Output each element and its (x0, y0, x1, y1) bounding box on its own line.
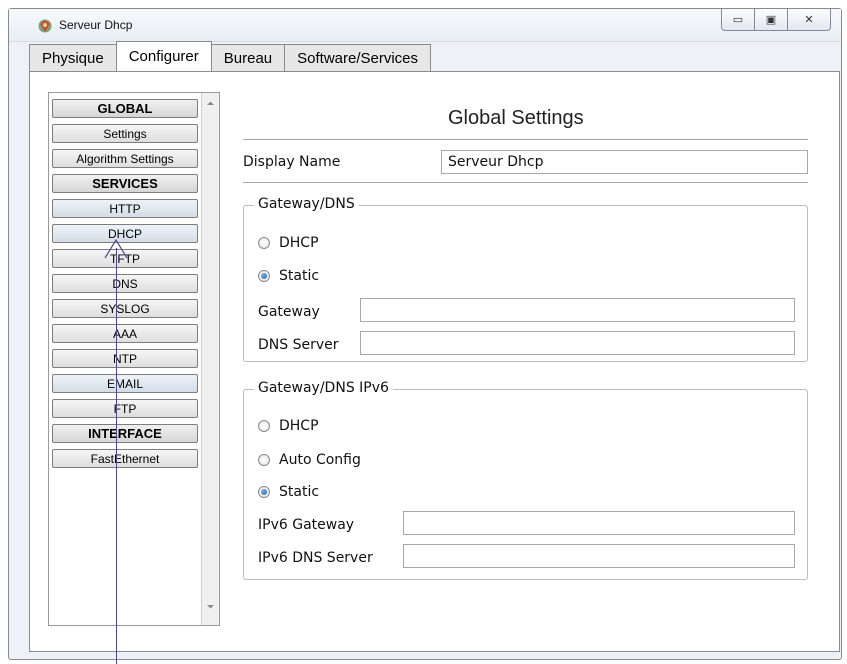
gateway-dns-dhcp-radio[interactable]: DHCP (258, 235, 319, 251)
minimize-button[interactable]: ▭ (721, 9, 755, 31)
close-icon: ✕ (804, 13, 814, 26)
sidebar-item-http[interactable]: HTTP (52, 199, 198, 218)
sidebar-item-dns[interactable]: DNS (52, 274, 198, 293)
scroll-down-icon[interactable] (206, 602, 215, 611)
radio-on-icon (258, 270, 270, 282)
gateway-dns-static-radio[interactable]: Static (258, 268, 319, 284)
radio-off-icon (258, 420, 270, 432)
radio-label: Auto Config (279, 452, 361, 468)
radio-label: DHCP (279, 418, 319, 434)
gateway-input[interactable] (360, 298, 795, 322)
radio-label: Static (279, 268, 320, 284)
ipv6-dns-server-label: IPv6 DNS Server (258, 550, 373, 566)
divider (243, 139, 808, 140)
divider (243, 182, 808, 183)
gateway-dns-ipv6-legend: Gateway/DNS IPv6 (254, 380, 393, 396)
close-button[interactable]: ✕ (787, 9, 831, 31)
gateway-dns-legend: Gateway/DNS (254, 196, 359, 212)
sidebar-item-syslog[interactable]: SYSLOG (52, 299, 198, 318)
server-app-icon (38, 19, 52, 33)
sidebar-item-settings[interactable]: Settings (52, 124, 198, 143)
dns-server-input[interactable] (360, 331, 795, 355)
window-title: Serveur Dhcp (59, 18, 133, 32)
maximize-button[interactable]: ▣ (754, 9, 788, 31)
ipv6-gateway-label: IPv6 Gateway (258, 517, 355, 533)
tab-physique[interactable]: Physique (29, 44, 117, 71)
sidebar-item-aaa[interactable]: AAA (52, 324, 198, 343)
dns-server-label: DNS Server (258, 337, 339, 353)
radio-off-icon (258, 237, 270, 249)
tab-bureau[interactable]: Bureau (210, 44, 286, 71)
radio-label: DHCP (279, 235, 319, 251)
sidebar-header-services[interactable]: SERVICES (52, 174, 198, 193)
ipv6-gateway-input[interactable] (403, 511, 795, 535)
sidebar-item-algorithm-settings[interactable]: Algorithm Settings (52, 149, 198, 168)
sidebar-scrollbar[interactable] (201, 93, 219, 625)
tab-software-services[interactable]: Software/Services (284, 44, 432, 71)
sidebar-item-ftp[interactable]: FTP (52, 399, 198, 418)
ipv6-dhcp-radio[interactable]: DHCP (258, 418, 319, 434)
display-name-input[interactable] (441, 150, 808, 174)
ipv6-static-radio[interactable]: Static (258, 484, 319, 500)
ipv6-auto-config-radio[interactable]: Auto Config (258, 452, 361, 468)
minimize-icon: ▭ (732, 13, 744, 26)
radio-label: Static (279, 484, 320, 500)
page-title: Global Settings (448, 107, 584, 129)
sidebar-item-fastethernet[interactable]: FastEthernet (52, 449, 198, 468)
sidebar-header-interface[interactable]: INTERFACE (52, 424, 198, 443)
radio-off-icon (258, 454, 270, 466)
display-name-label: Display Name (243, 154, 341, 170)
sidebar-item-ntp[interactable]: NTP (52, 349, 198, 368)
radio-on-icon (258, 486, 270, 498)
title-bar[interactable]: Serveur Dhcp ▭ ▣ ✕ (9, 9, 841, 42)
arrow-up-icon (104, 238, 128, 259)
sidebar-list: GLOBAL Settings Algorithm Settings SERVI… (48, 92, 220, 626)
tab-configurer[interactable]: Configurer (115, 41, 212, 71)
maximize-icon: ▣ (765, 13, 777, 26)
gateway-label: Gateway (258, 304, 320, 320)
tab-bar: Physique Configurer Bureau Software/Serv… (29, 41, 432, 72)
pointer-annotation-line (116, 248, 117, 664)
sidebar-header-global[interactable]: GLOBAL (52, 99, 198, 118)
scroll-up-icon[interactable] (206, 99, 215, 108)
sidebar-item-email[interactable]: EMAIL (52, 374, 198, 393)
ipv6-dns-server-input[interactable] (403, 544, 795, 568)
